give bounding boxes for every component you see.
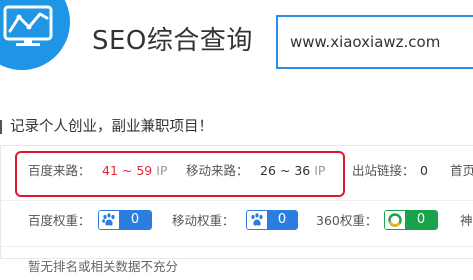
baidu-mobile-paw-icon	[247, 211, 267, 229]
monitor-chart-icon	[3, 5, 53, 46]
outlinks-value[interactable]: 0	[420, 162, 428, 180]
baidu-paw-icon	[99, 211, 119, 229]
panel-divider	[0, 246, 473, 247]
domain-search-box	[276, 15, 473, 69]
baidu-weight-value: 0	[119, 211, 151, 229]
baidu-weight-badge[interactable]: 0	[98, 210, 152, 230]
mobile-weight-badge[interactable]: 0	[246, 210, 298, 230]
panel-divider	[0, 200, 473, 201]
seo-query-page: SEO综合查询 记录个人创业，副业兼职项目！ 百度来路： 41 ~ 59 IP …	[0, 0, 473, 280]
mobile-weight-value: 0	[267, 211, 297, 229]
no-ranking-note: 暂无排名或相关数据不充分	[28, 259, 179, 274]
site-logo[interactable]	[0, 0, 70, 70]
baidu-weight-label: 百度权重：	[28, 213, 91, 228]
360-weight-label: 360权重：	[316, 213, 378, 228]
site-slogan: 记录个人创业，副业兼职项目！	[10, 119, 213, 135]
domain-search-input[interactable]	[278, 17, 473, 67]
page-title: SEO综合查询	[92, 26, 253, 56]
outlinks-label: 出站链接：	[352, 163, 415, 178]
traffic-highlight-frame	[15, 151, 345, 197]
360-weight-value: 0	[405, 211, 437, 229]
slogan-divider	[0, 120, 2, 134]
next-weight-label: 神	[460, 213, 473, 228]
360-logo-icon	[385, 211, 405, 229]
mobile-weight-label: 移动权重：	[172, 213, 235, 228]
home-label: 首页	[450, 163, 473, 178]
360-weight-badge[interactable]: 0	[384, 210, 438, 230]
